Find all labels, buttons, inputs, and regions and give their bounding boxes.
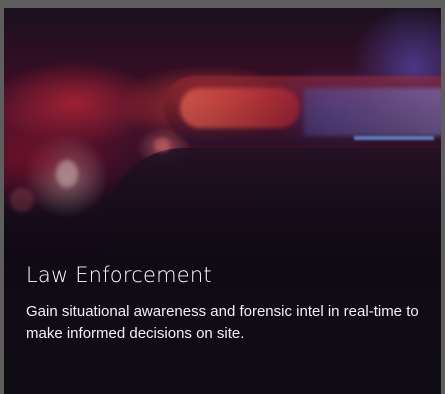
card-content: Law Enforcement Gain situational awarene… <box>26 261 431 345</box>
page-frame: Law Enforcement Gain situational awarene… <box>0 0 445 394</box>
card-description: Gain situational awareness and forensic … <box>26 303 419 342</box>
card-title: Law Enforcement <box>26 263 212 287</box>
law-enforcement-card[interactable]: Law Enforcement Gain situational awarene… <box>4 8 441 394</box>
